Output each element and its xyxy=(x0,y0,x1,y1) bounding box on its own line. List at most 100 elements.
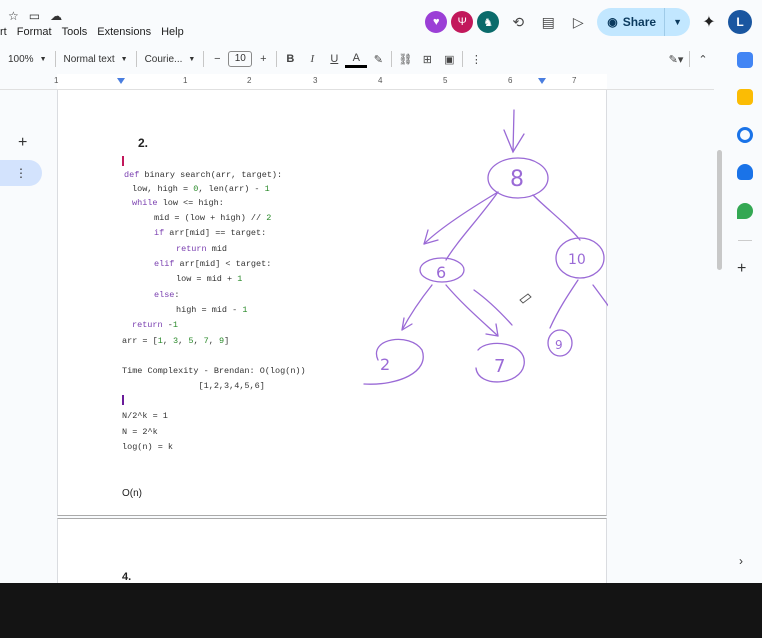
tasks-icon[interactable] xyxy=(737,127,753,143)
menu-extensions[interactable]: Extensions xyxy=(92,26,156,38)
divider xyxy=(276,51,278,67)
vertical-scrollbar[interactable] xyxy=(717,150,722,270)
ink-stroke xyxy=(445,284,499,337)
font-select[interactable]: Courie... ▼ xyxy=(139,48,202,70)
menu-insert-partial[interactable]: rt xyxy=(0,26,12,38)
chevron-down-icon: ▼ xyxy=(188,55,196,63)
style-select[interactable]: Normal text ▼ xyxy=(58,48,134,70)
collaborator-avatar[interactable]: Ψ xyxy=(451,11,474,33)
decrease-font-button[interactable]: − xyxy=(206,48,228,70)
menu-tools[interactable]: Tools xyxy=(57,26,93,38)
left-indent-marker[interactable] xyxy=(117,78,125,84)
pen-cursor-icon xyxy=(519,293,532,304)
calendar-icon[interactable] xyxy=(737,52,753,68)
formatting-toolbar: 100% ▼ Normal text ▼ Courie... ▼ − 10 + B I… xyxy=(0,46,714,72)
add-comment-icon[interactable]: ⊞ xyxy=(416,48,438,70)
ruler-track xyxy=(57,74,607,89)
share-button[interactable]: ◉ Share ▼ xyxy=(597,8,690,36)
font-size-input[interactable]: 10 xyxy=(228,51,253,67)
ruler-number: 1 xyxy=(183,76,188,85)
divider xyxy=(54,51,56,67)
docs-window: ☆ ▭ ☁ rt Format Tools Extensions Help ♥ … xyxy=(0,0,762,583)
ink-stroke xyxy=(401,284,433,331)
handwritten-tree-drawing[interactable]: 8 6 10 2 7 9 12 xyxy=(58,90,608,516)
more-options-icon[interactable]: ⋮ xyxy=(465,48,487,70)
underline-button[interactable]: U xyxy=(323,48,345,70)
divider xyxy=(391,51,393,67)
title-icons: ☆ ▭ ☁ xyxy=(8,9,62,23)
ink-stroke xyxy=(592,284,608,307)
collapse-menus-icon[interactable]: ⌃ xyxy=(692,48,714,70)
get-addons-icon[interactable]: + xyxy=(737,260,746,278)
bold-button[interactable]: B xyxy=(279,48,301,70)
ruler-number: 3 xyxy=(313,76,318,85)
node-label: 2 xyxy=(380,355,390,374)
ink-stroke xyxy=(549,279,579,329)
link-icon[interactable]: ⛓ xyxy=(394,48,416,70)
chevron-down-icon: ▼ xyxy=(120,55,128,63)
node-label: 6 xyxy=(436,263,446,282)
divider xyxy=(689,51,690,67)
insert-image-icon[interactable]: ▣ xyxy=(438,48,460,70)
document-page[interactable]: 2. def binary search(arr, target): low, … xyxy=(57,90,608,516)
contacts-icon[interactable] xyxy=(737,164,753,180)
editing-mode-icon[interactable]: ✎▾ xyxy=(665,48,687,70)
gemini-icon[interactable]: ✦ xyxy=(698,11,720,33)
star-icon[interactable]: ☆ xyxy=(8,9,19,23)
ruler[interactable]: 1 1 2 3 4 5 6 7 xyxy=(0,74,714,90)
text-color-button[interactable]: A xyxy=(345,50,368,68)
section-heading: 4. xyxy=(122,571,132,583)
meet-icon[interactable]: ▷ xyxy=(567,11,589,33)
zoom-select[interactable]: 100% ▼ xyxy=(0,48,53,70)
show-side-panel-icon[interactable]: › xyxy=(739,554,743,568)
document-page[interactable]: 4. xyxy=(57,518,607,583)
node-label: 8 xyxy=(510,167,524,192)
collaborator-avatar[interactable]: ♞ xyxy=(477,11,500,33)
ruler-number: 7 xyxy=(572,76,577,85)
tab-options-button[interactable]: ⋮ xyxy=(0,160,42,186)
history-icon[interactable]: ⟲ xyxy=(507,11,529,33)
highlight-icon[interactable]: ✎ xyxy=(367,48,389,70)
globe-icon: ◉ xyxy=(607,15,618,29)
divider xyxy=(738,240,752,241)
comments-icon[interactable]: ▤ xyxy=(537,11,559,33)
divider xyxy=(203,51,205,67)
ruler-number: 6 xyxy=(508,76,513,85)
collaborator-avatar[interactable]: ♥ xyxy=(425,11,448,33)
share-dropdown-icon[interactable]: ▼ xyxy=(665,17,690,27)
ink-stroke xyxy=(532,194,581,241)
ruler-number: 4 xyxy=(378,76,383,85)
node-label: 10 xyxy=(568,252,586,268)
italic-button[interactable]: I xyxy=(301,48,323,70)
maps-icon[interactable] xyxy=(737,203,753,219)
menu-help[interactable]: Help xyxy=(156,26,189,38)
ruler-number: 2 xyxy=(247,76,252,85)
font-value: Courie... xyxy=(144,53,183,65)
share-label: Share xyxy=(622,15,657,29)
taskbar-area xyxy=(0,583,762,638)
ink-stroke xyxy=(512,109,515,153)
tree-node xyxy=(363,338,424,385)
menu-format[interactable]: Format xyxy=(12,26,57,38)
style-value: Normal text xyxy=(63,53,115,65)
chevron-down-icon: ▼ xyxy=(39,55,47,63)
divider xyxy=(135,51,137,67)
ruler-number: 5 xyxy=(443,76,448,85)
node-label: 9 xyxy=(555,338,563,352)
node-label: 7 xyxy=(494,356,505,377)
divider xyxy=(462,51,464,67)
increase-font-button[interactable]: + xyxy=(252,48,274,70)
header-actions: ♥ Ψ ♞ ⟲ ▤ ▷ ◉ Share ▼ ✦ L xyxy=(425,8,752,36)
add-tab-button[interactable]: + xyxy=(18,134,27,152)
user-avatar[interactable]: L xyxy=(728,10,752,34)
menu-bar: rt Format Tools Extensions Help xyxy=(0,26,189,38)
folder-move-icon[interactable]: ▭ xyxy=(29,9,40,23)
ink-stroke xyxy=(445,191,499,261)
zoom-value: 100% xyxy=(8,53,34,65)
side-panel: + › xyxy=(731,48,759,583)
keep-icon[interactable] xyxy=(737,89,753,105)
ink-stroke xyxy=(423,191,499,245)
right-indent-marker[interactable] xyxy=(538,78,546,84)
cloud-status-icon[interactable]: ☁ xyxy=(50,9,62,23)
ruler-number: 1 xyxy=(54,76,59,85)
